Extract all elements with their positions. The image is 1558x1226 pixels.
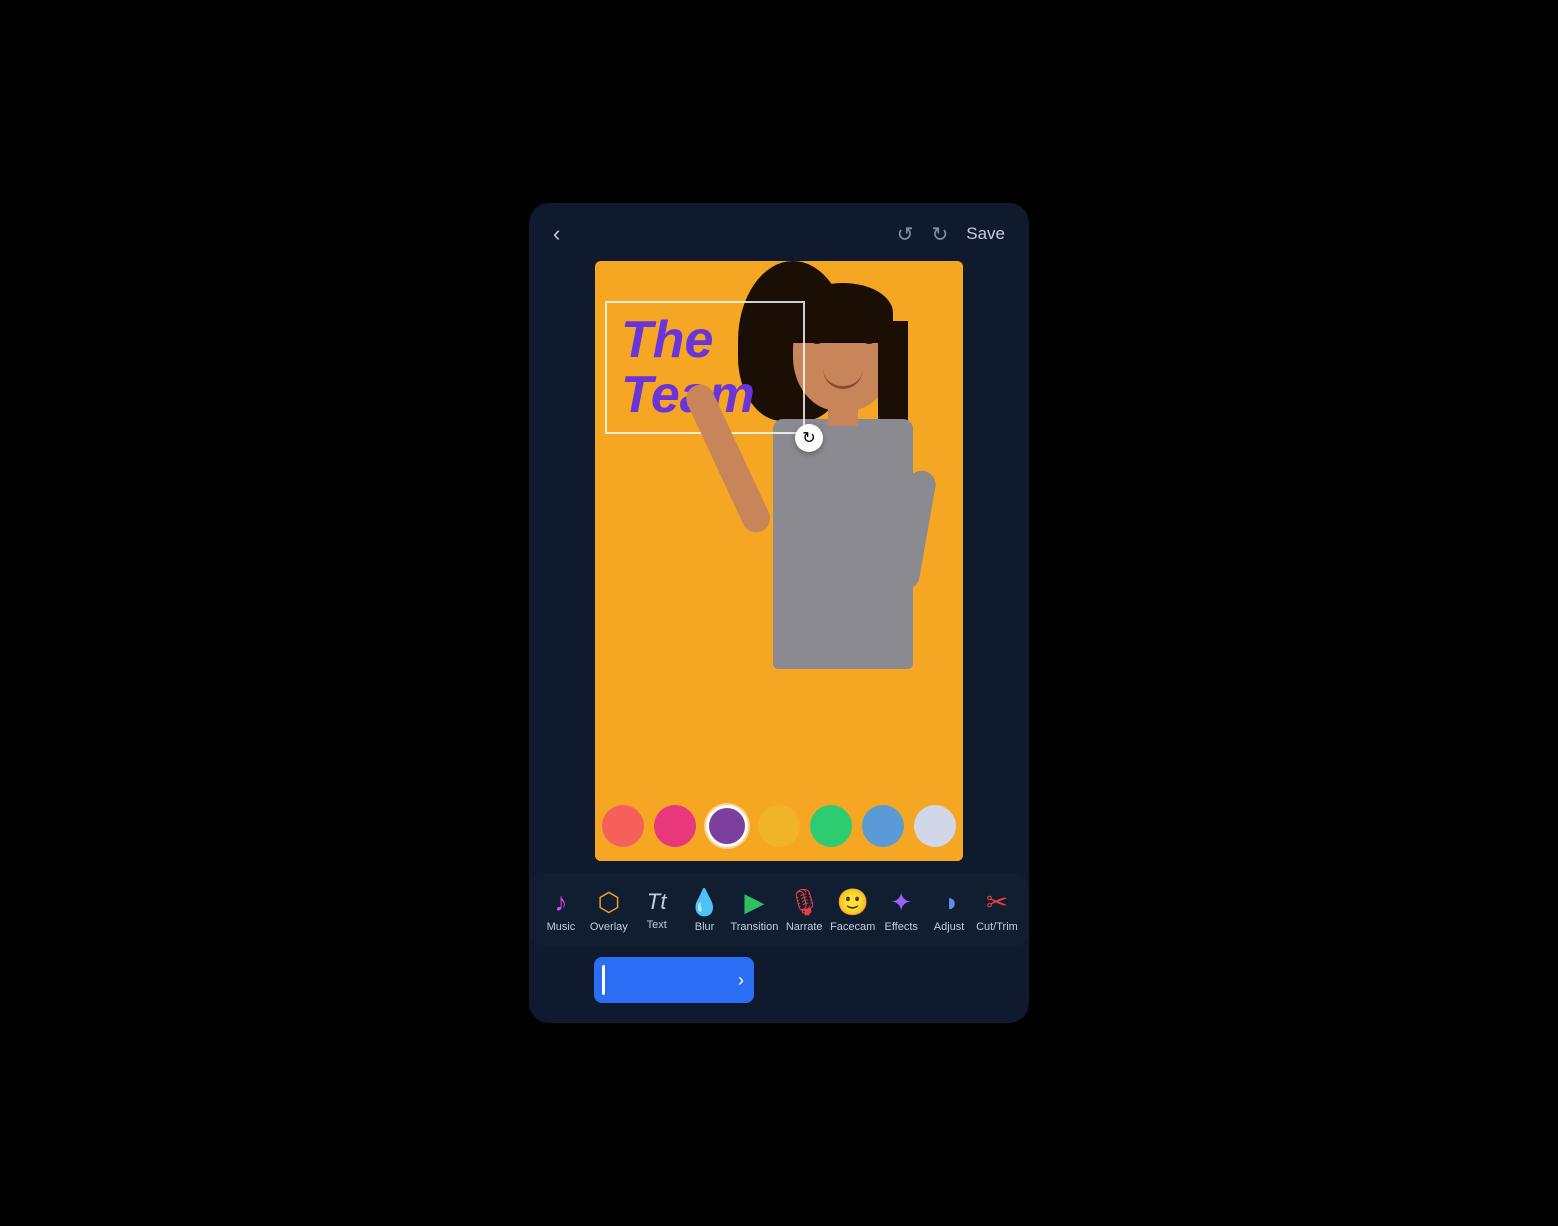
save-button[interactable]: Save [966,224,1005,244]
swatch-green[interactable] [810,805,852,847]
narrate-icon: 🎙 [788,889,821,915]
overlay-label: Overlay [590,921,628,933]
app-container: ‹ ↺ ↻ Save [529,203,1029,1023]
rotate-handle[interactable]: ↻ [795,424,823,452]
adjust-label: Adjust [934,921,965,933]
toolbar: ♪ Music ⬡ Overlay Tt Text 💧 Blur ▶ Trans… [529,873,1029,947]
blur-label: Blur [695,921,715,933]
face [793,291,893,411]
adjust-icon: ◑ [941,889,957,915]
swatch-lightgray[interactable] [914,805,956,847]
timeline-area: › [594,957,964,1003]
top-actions: ↺ ↻ Save [897,222,1005,247]
music-label: Music [547,921,576,933]
text-icon: Tt [647,891,667,913]
tool-text[interactable]: Tt Text [635,891,679,931]
tool-music[interactable]: ♪ Music [539,889,583,933]
undo-icon[interactable]: ↺ [897,222,914,247]
tool-overlay[interactable]: ⬡ Overlay [587,889,631,933]
tool-cuttrim[interactable]: ✂ Cut/Trim [975,889,1019,933]
canvas-wrapper: The Team ↻ [595,261,963,861]
head [793,291,893,411]
swatch-coral[interactable] [602,805,644,847]
redo-icon[interactable]: ↻ [931,222,948,247]
swatch-yellow[interactable] [758,805,800,847]
text-label: Text [647,919,667,931]
overlay-icon: ⬡ [597,889,620,915]
back-button[interactable]: ‹ [553,221,560,247]
music-icon: ♪ [554,889,567,915]
swatch-purple[interactable] [706,805,748,847]
facecam-label: Facecam [830,921,875,933]
neck [828,396,858,426]
top-bar: ‹ ↺ ↻ Save [529,203,1029,261]
narrate-label: Narrate [786,921,823,933]
tool-effects[interactable]: ✦ Effects [879,889,923,933]
text-line-1: The [621,313,789,368]
tool-adjust[interactable]: ◑ Adjust [927,889,971,933]
cuttrim-icon: ✂ [986,889,1008,915]
cuttrim-label: Cut/Trim [976,921,1018,933]
color-swatches [595,805,963,847]
smile [823,369,863,389]
timeline-clip[interactable]: › [594,957,754,1003]
body [773,419,913,669]
timeline-arrow: › [738,970,744,991]
effects-icon: ✦ [890,889,912,915]
tool-narrate[interactable]: 🎙 Narrate [782,889,826,933]
transition-icon: ▶ [744,889,764,915]
canvas-image: The Team ↻ [595,261,963,861]
tool-facecam[interactable]: 🙂 Facecam [830,889,875,933]
blur-icon: 💧 [688,889,720,915]
hair-top [793,283,893,343]
facecam-icon: 🙂 [837,889,869,915]
tool-blur[interactable]: 💧 Blur [683,889,727,933]
transition-label: Transition [730,921,778,933]
timeline-cursor [602,965,605,995]
effects-label: Effects [884,921,917,933]
swatch-pink[interactable] [654,805,696,847]
swatch-blue[interactable] [862,805,904,847]
tool-transition[interactable]: ▶ Transition [730,889,778,933]
